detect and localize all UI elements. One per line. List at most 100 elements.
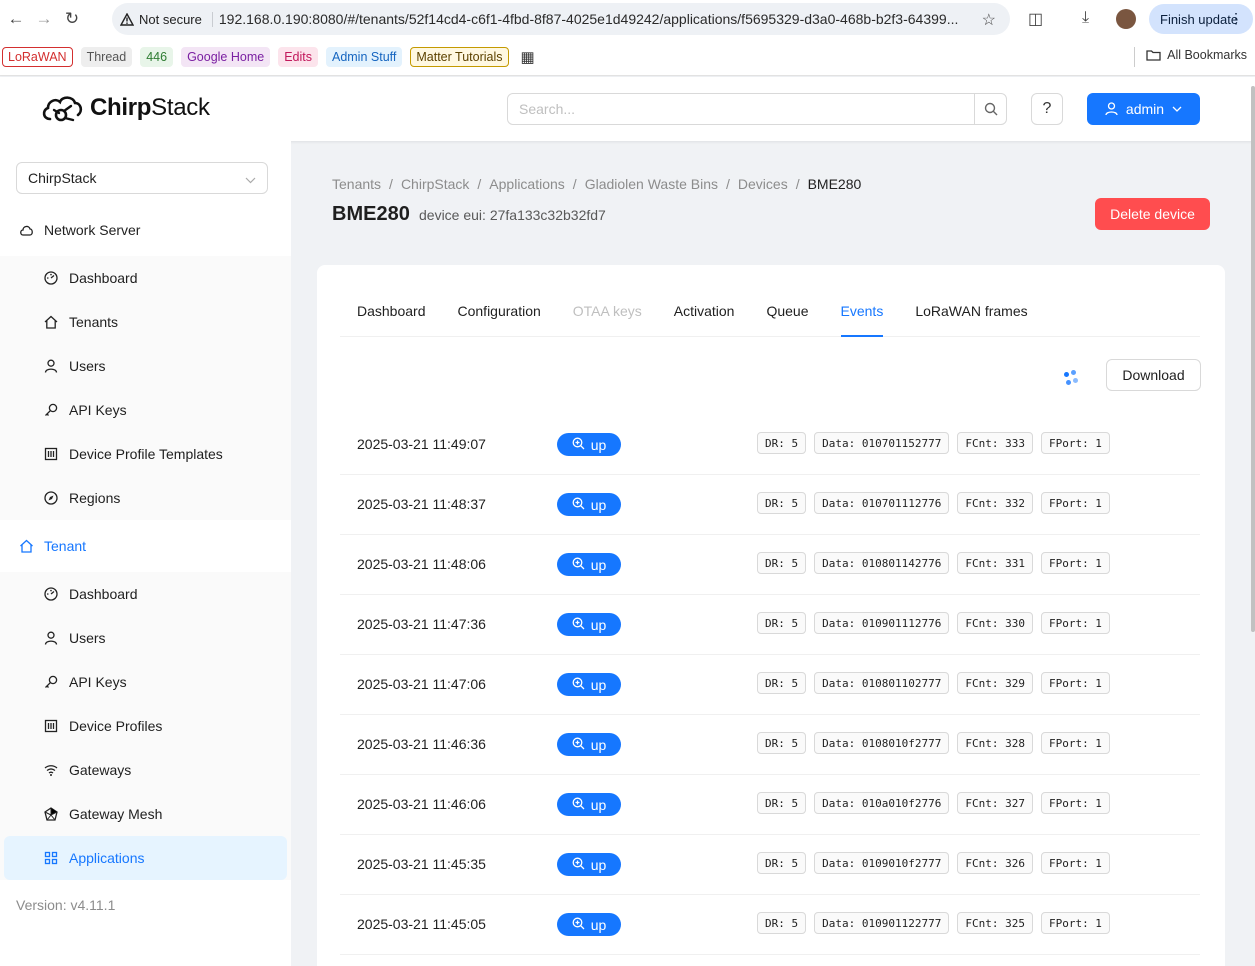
download-icon[interactable]: ⤓ <box>1082 9 1089 27</box>
bookmark-star-icon[interactable]: ☆ <box>982 10 996 30</box>
bookmark-item[interactable]: Edits <box>278 46 318 67</box>
breadcrumb-item[interactable]: Applications <box>489 176 565 192</box>
event-tag-fport: FPort: 1 <box>1040 552 1110 574</box>
reload-icon[interactable]: ↻ <box>58 5 86 33</box>
extensions-icon[interactable]: ◫ <box>1028 9 1043 29</box>
bookmark-item[interactable]: Google Home <box>181 46 271 67</box>
page-scrollbar[interactable] <box>1251 86 1255 632</box>
sidebar-tenant-item-gateways[interactable]: Gateways <box>0 748 291 792</box>
bookmark-item[interactable]: Matter Tutorials <box>410 46 509 67</box>
event-time: 2025-03-21 11:45:35 <box>357 856 486 872</box>
event-type-badge[interactable]: up <box>557 613 621 636</box>
events-list: 2025-03-21 11:49:07 up DR: 5 Data: 01070115… <box>340 415 1200 955</box>
event-row[interactable]: 2025-03-21 11:47:06 up DR: 5 Data: 01080110… <box>340 655 1200 715</box>
event-tag-fcnt: FCnt: 329 <box>957 672 1033 694</box>
sidebar-tenant-item-device-profiles[interactable]: Device Profiles <box>0 704 291 748</box>
address-bar[interactable]: Not secure 192.168.0.190:8080/#/tenants/… <box>112 3 1010 35</box>
breadcrumb-item[interactable]: ChirpStack <box>401 176 469 192</box>
sidebar-tenant-item-applications[interactable]: Applications <box>4 836 287 880</box>
event-type-badge[interactable]: up <box>557 553 621 576</box>
more-vert-icon[interactable]: ⋮ <box>1229 10 1243 27</box>
sidebar-ns-item-tenants[interactable]: Tenants <box>0 300 291 344</box>
tab-queue[interactable]: Queue <box>766 295 808 336</box>
event-type-badge[interactable]: up <box>557 433 621 456</box>
sidebar-tenant-item-users[interactable]: Users <box>0 616 291 660</box>
security-chip[interactable]: Not secure <box>120 11 213 27</box>
tab-configuration[interactable]: Configuration <box>458 295 541 336</box>
user-icon <box>44 631 58 645</box>
tab-events[interactable]: Events <box>840 295 883 337</box>
event-type-badge[interactable]: up <box>557 793 621 816</box>
chirpstack-logo[interactable]: ChirpStack <box>40 91 210 125</box>
event-type-badge[interactable]: up <box>557 913 621 936</box>
event-tag-dr: DR: 5 <box>757 732 807 754</box>
chevron-down-icon <box>1172 106 1182 112</box>
event-time: 2025-03-21 11:48:06 <box>357 556 486 572</box>
breadcrumb-separator: / <box>572 176 577 192</box>
finish-update-button[interactable]: Finish update ⋮ <box>1149 4 1253 34</box>
event-type-label: up <box>590 796 607 813</box>
sidebar-tenant-item-api-keys[interactable]: API Keys <box>0 660 291 704</box>
delete-device-button[interactable]: Delete device <box>1095 198 1210 230</box>
sidebar-tenant-item-dashboard[interactable]: Dashboard <box>0 572 291 616</box>
sidebar-ns-item-dashboard[interactable]: Dashboard <box>0 256 291 300</box>
event-type-badge[interactable]: up <box>557 673 621 696</box>
url-text[interactable]: 192.168.0.190:8080/#/tenants/52f14cd4-c6… <box>219 11 967 27</box>
download-button[interactable]: Download <box>1106 359 1201 391</box>
tab-activation[interactable]: Activation <box>674 295 735 336</box>
search-icon[interactable] <box>974 94 1006 124</box>
apps-grid-icon[interactable]: ▦ <box>521 48 535 66</box>
event-type-badge[interactable]: up <box>557 733 621 756</box>
event-type-badge[interactable]: up <box>557 493 621 516</box>
sidebar-tenant-item-gateway-mesh[interactable]: Gateway Mesh <box>0 792 291 836</box>
event-row[interactable]: 2025-03-21 11:45:35 up DR: 5 Data: 0109010f… <box>340 835 1200 895</box>
help-button[interactable]: ? <box>1031 93 1063 125</box>
sidebar-ns-item-regions[interactable]: Regions <box>0 476 291 520</box>
user-menu-button[interactable]: admin <box>1087 93 1200 125</box>
sidebar-ns-item-api-keys[interactable]: API Keys <box>0 388 291 432</box>
bookmark-item[interactable]: Thread <box>80 46 133 67</box>
zoom-in-icon <box>572 677 585 693</box>
breadcrumb-item[interactable]: Tenants <box>332 176 381 192</box>
tab-otaa-keys[interactable]: OTAA keys <box>573 295 642 336</box>
event-tag-dr: DR: 5 <box>757 852 807 874</box>
event-tags: DR: 5 Data: 010801142776 FCnt: 331 FPort: 1 <box>757 552 1110 574</box>
finish-update-label: Finish update <box>1160 11 1239 27</box>
bookmark-item[interactable]: Admin Stuff <box>325 46 403 67</box>
bookmark-item[interactable]: LoRaWAN <box>2 46 73 67</box>
event-tag-dr: DR: 5 <box>757 912 807 934</box>
sidebar-ns-item-label: Regions <box>69 490 121 506</box>
search-input[interactable] <box>508 94 974 124</box>
event-row[interactable]: 2025-03-21 11:46:36 up DR: 5 Data: 0108010f… <box>340 715 1200 775</box>
sidebar-ns-item-label: Dashboard <box>69 270 138 286</box>
forward-icon[interactable]: → <box>30 5 58 33</box>
event-row[interactable]: 2025-03-21 11:48:37 up DR: 5 Data: 01070111… <box>340 475 1200 535</box>
sidebar-ns-item-users[interactable]: Users <box>0 344 291 388</box>
back-icon[interactable]: ← <box>2 5 30 33</box>
event-row[interactable]: 2025-03-21 11:45:05 up DR: 5 Data: 01090112… <box>340 895 1200 955</box>
tab-dashboard[interactable]: Dashboard <box>357 295 426 336</box>
breadcrumb-item[interactable]: Gladiolen Waste Bins <box>585 176 718 192</box>
sidebar-ns-item-device-profile-templates[interactable]: Device Profile Templates <box>0 432 291 476</box>
menu-tenant[interactable]: Tenant <box>0 522 291 570</box>
home-icon <box>20 539 33 553</box>
tenant-select[interactable]: ChirpStack <box>16 162 268 194</box>
tab-lorawan-frames[interactable]: LoRaWAN frames <box>915 295 1027 336</box>
event-tag-fcnt: FCnt: 326 <box>957 852 1033 874</box>
sidebar-tenant-item-label: Users <box>69 630 106 646</box>
event-row[interactable]: 2025-03-21 11:48:06 up DR: 5 Data: 01080114… <box>340 535 1200 595</box>
event-type-label: up <box>590 676 607 693</box>
event-row[interactable]: 2025-03-21 11:49:07 up DR: 5 Data: 01070115… <box>340 415 1200 475</box>
all-bookmarks-button[interactable]: All Bookmarks <box>1146 48 1247 62</box>
profile-avatar[interactable] <box>1116 9 1136 29</box>
event-row[interactable]: 2025-03-21 11:46:06 up DR: 5 Data: 010a010f… <box>340 775 1200 835</box>
event-row[interactable]: 2025-03-21 11:47:36 up DR: 5 Data: 01090111… <box>340 595 1200 655</box>
event-tags: DR: 5 Data: 010701152777 FCnt: 333 FPort: 1 <box>757 432 1110 454</box>
breadcrumb-separator: / <box>726 176 730 192</box>
sidebar: ChirpStack Network Server Dashboard Tenan… <box>0 141 291 966</box>
event-tag-fport: FPort: 1 <box>1040 912 1110 934</box>
bookmark-item[interactable]: 446 <box>140 46 174 67</box>
event-type-badge[interactable]: up <box>557 853 621 876</box>
menu-network-server[interactable]: Network Server <box>0 206 291 254</box>
breadcrumb-item[interactable]: Devices <box>738 176 788 192</box>
